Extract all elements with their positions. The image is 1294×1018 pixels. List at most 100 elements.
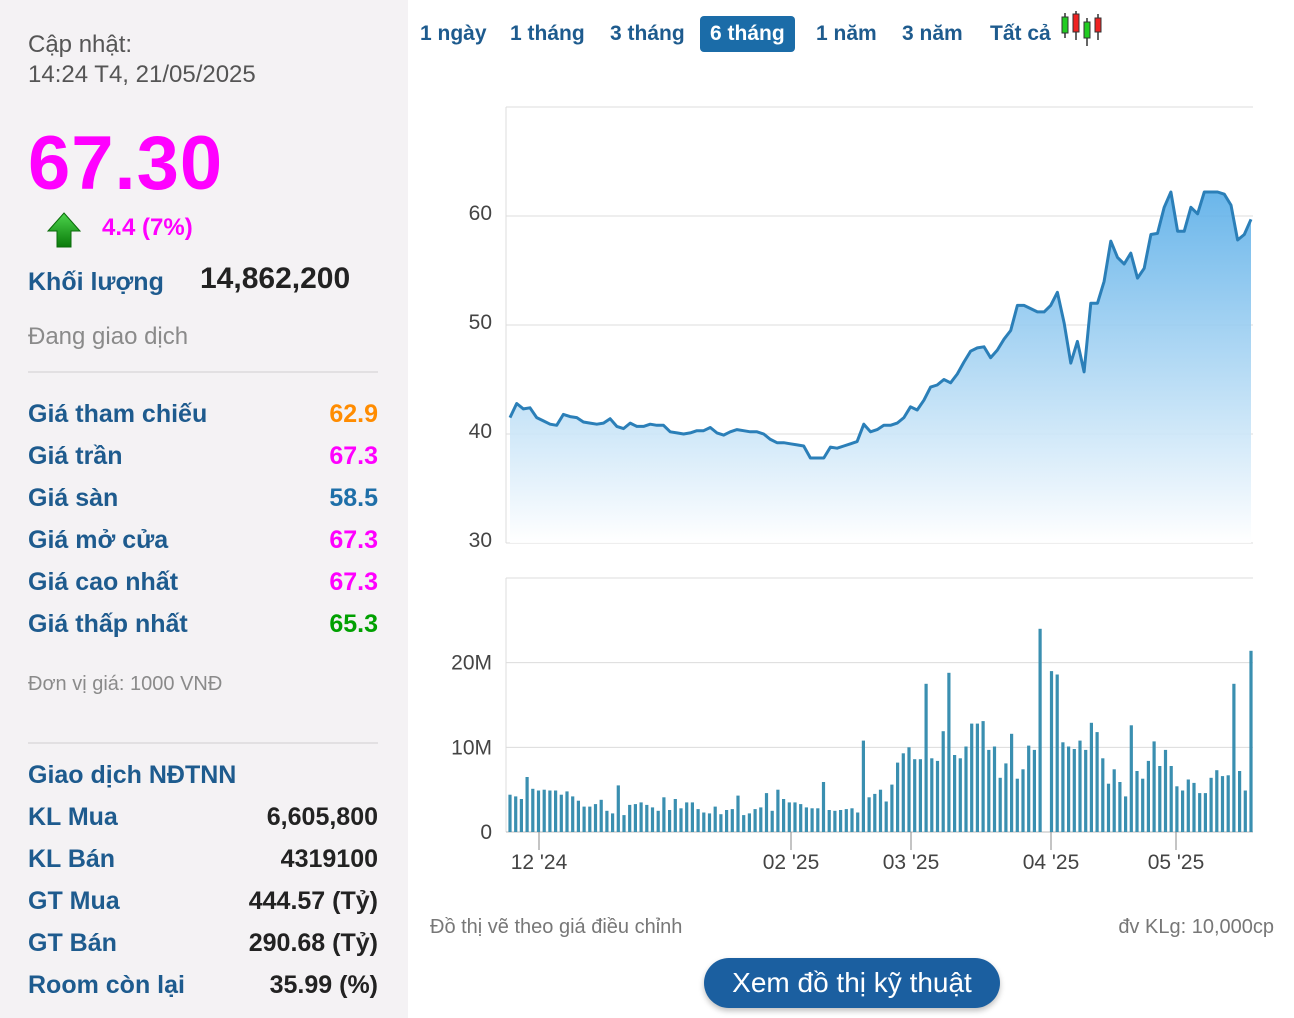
volume-bar — [1078, 740, 1082, 832]
volume-bar — [1089, 722, 1093, 832]
volume-bar — [645, 804, 649, 832]
price-volume-chart: 30 40 50 60 0 10M 20M 12 '24 02 '25 03 '25 04 '25 0… — [451, 106, 1253, 874]
tab-period[interactable]: 6 tháng — [700, 16, 795, 52]
price-row: Giá trần 67.3 — [28, 442, 378, 476]
price-row-label: Giá cao nhất — [28, 568, 179, 596]
volume-bar — [542, 789, 546, 832]
foreign-row: KL Mua 6,605,800 — [28, 803, 378, 837]
foreign-row: Room còn lại 35.99 (%) — [28, 971, 378, 1005]
volume-bar — [1181, 790, 1185, 832]
volume-bar — [764, 793, 769, 832]
volume-bar — [554, 790, 558, 832]
technical-chart-button[interactable]: Xem đồ thị kỹ thuật — [704, 958, 1000, 1008]
volume-bar — [525, 777, 529, 832]
volume-bar — [1158, 766, 1162, 832]
foreign-row-value: 35.99 (%) — [269, 971, 378, 999]
volume-bar — [1135, 771, 1139, 832]
tab-period[interactable]: 1 tháng — [500, 16, 595, 52]
y-tick-label: 0 — [480, 821, 492, 844]
volume-bar — [947, 672, 951, 832]
x-tick-label: 12 '24 — [511, 851, 568, 874]
volume-bar — [565, 791, 569, 832]
price-row-label: Giá tham chiếu — [28, 400, 208, 428]
volume-bar — [1124, 796, 1128, 832]
price-row: Giá mở cửa 67.3 — [28, 526, 378, 560]
volume-bar — [953, 755, 957, 832]
volume-bar — [958, 758, 962, 832]
tab-period[interactable]: 3 tháng — [600, 16, 695, 52]
volume-bar — [668, 810, 672, 832]
volume-bar — [901, 753, 905, 832]
candlestick-icon[interactable] — [1060, 10, 1104, 48]
volume-bar — [856, 812, 860, 832]
x-tick-label: 03 '25 — [883, 851, 940, 874]
volume-bar — [776, 789, 780, 832]
price-row-label: Giá sàn — [28, 484, 119, 512]
volume-bar — [588, 806, 592, 832]
volume-bar — [907, 747, 911, 832]
trading-status: Đang giao dịch — [28, 323, 189, 350]
foreign-row: KL Bán 4319100 — [28, 845, 378, 879]
volume-bar — [508, 794, 512, 832]
volume-bar — [536, 790, 541, 832]
volume-bar — [850, 808, 854, 832]
volume-bar — [992, 746, 997, 832]
volume-bar — [787, 802, 791, 832]
volume-bar — [725, 810, 729, 832]
volume-bar — [810, 808, 814, 832]
volume-bar — [924, 683, 928, 832]
price-row: Giá sàn 58.5 — [28, 484, 378, 518]
y-tick-label: 50 — [469, 311, 492, 334]
volume-bar — [1169, 766, 1173, 832]
volume-bar — [548, 790, 552, 832]
price-row-value: 62.9 — [329, 400, 378, 428]
volume-bar — [1072, 749, 1076, 832]
volume-bar — [975, 723, 979, 832]
volume-bar — [747, 813, 751, 832]
volume-bar — [799, 804, 803, 832]
volume-bar — [707, 813, 712, 832]
volume-bar — [896, 762, 900, 832]
volume-bar — [1106, 783, 1111, 832]
current-price: 67.30 — [28, 121, 224, 206]
volume-bar — [616, 785, 620, 832]
volume-bar — [713, 806, 717, 832]
volume-bar — [730, 809, 734, 832]
volume-label: Khối lượng — [28, 268, 164, 296]
volume-bar — [1095, 732, 1099, 832]
volume-bar — [821, 782, 826, 832]
price-row: Giá tham chiếu 62.9 — [28, 400, 378, 434]
volume-bar — [833, 810, 837, 832]
price-row: Giá thấp nhất 65.3 — [28, 610, 378, 644]
price-row-label: Giá trần — [28, 442, 123, 470]
volume-bar — [1129, 725, 1133, 832]
volume-bar — [656, 810, 660, 832]
volume-bar — [1175, 786, 1179, 832]
tab-period[interactable]: 1 ngày — [410, 16, 497, 52]
volume-bar — [696, 809, 700, 832]
update-time: 14:24 T4, 21/05/2025 — [28, 61, 256, 88]
volume-value: 14,862,200 — [200, 262, 351, 295]
volume-bar — [987, 749, 991, 832]
volume-bar — [639, 802, 643, 832]
volume-bar — [622, 815, 626, 832]
y-tick-label: 40 — [469, 420, 492, 443]
price-row-label: Giá thấp nhất — [28, 610, 188, 638]
volume-bar — [941, 731, 945, 832]
volume-bar — [913, 759, 917, 832]
volume-bar — [1232, 683, 1236, 832]
foreign-row: GT Mua 444.57 (Tỷ) — [28, 887, 378, 921]
tab-period[interactable]: 1 năm — [806, 16, 887, 52]
volume-bar — [673, 799, 677, 832]
tab-period[interactable]: Tất cả — [980, 16, 1061, 52]
volume-bar — [662, 797, 666, 832]
tab-period[interactable]: 3 năm — [892, 16, 973, 52]
unit-note: Đơn vị giá: 1000 VNĐ — [28, 673, 223, 695]
x-tick-label: 02 '25 — [763, 851, 820, 874]
price-row-value: 67.3 — [329, 442, 378, 470]
volume-bar — [514, 796, 518, 832]
volume-bar — [793, 802, 797, 832]
volume-bar — [1004, 763, 1008, 832]
volume-bar — [1010, 733, 1014, 832]
foreign-row-label: Room còn lại — [28, 971, 185, 999]
